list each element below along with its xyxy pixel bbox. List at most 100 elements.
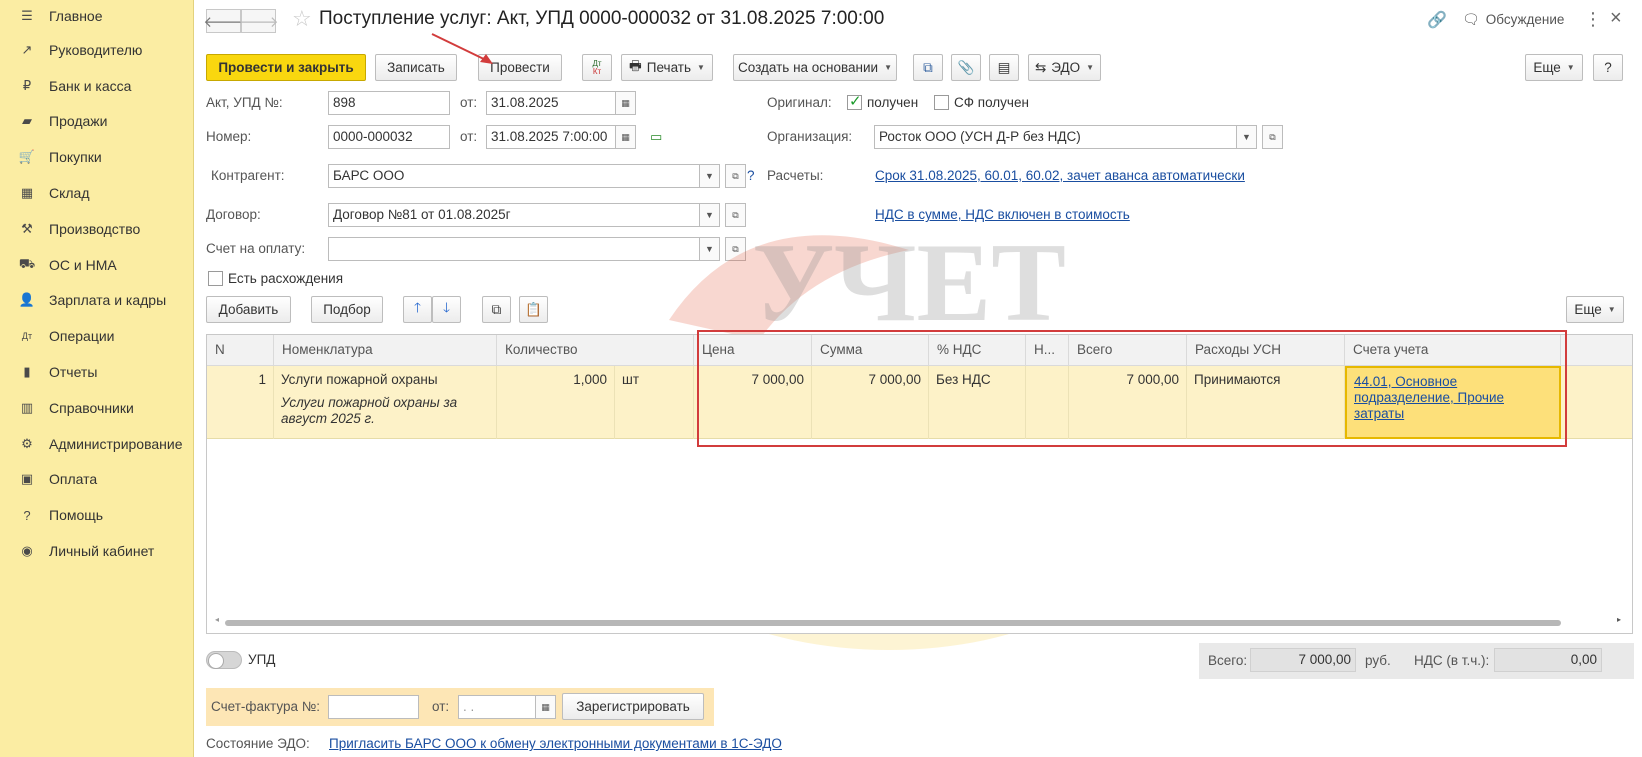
- invoice-pay-field[interactable]: [328, 237, 700, 261]
- edo-state-link[interactable]: Пригласить БАРС ООО к обмену электронным…: [329, 736, 782, 751]
- vat-link[interactable]: НДС в сумме, НДС включен в стоимость: [875, 207, 1130, 222]
- back-button[interactable]: 🡐: [203, 9, 244, 33]
- table-row[interactable]: 1 Услуги пожарной охраны Услуги пожарной…: [207, 366, 1632, 439]
- warehouse-icon: ▦: [20, 185, 34, 201]
- sidebar-item-6[interactable]: ▦ Склад: [0, 175, 193, 211]
- chevron-down-icon[interactable]: ▼: [699, 237, 720, 261]
- cell-vat[interactable]: [1026, 366, 1069, 439]
- contractor-field[interactable]: БАРС ООО: [328, 164, 700, 188]
- horizontal-scrollbar[interactable]: ◂ ▸: [215, 615, 1625, 628]
- chevron-down-icon[interactable]: ▼: [699, 203, 720, 227]
- open-icon[interactable]: ⧉: [725, 237, 746, 261]
- report-button[interactable]: ▤: [989, 54, 1019, 81]
- open-icon[interactable]: ⧉: [725, 164, 746, 188]
- cell-usn[interactable]: Принимаются: [1187, 366, 1345, 439]
- column-header[interactable]: Количество: [497, 335, 694, 366]
- sidebar-item-13[interactable]: ⚙ Администрирование: [0, 426, 193, 462]
- more-button[interactable]: Еще ▼: [1525, 54, 1583, 81]
- open-icon[interactable]: ⧉: [725, 203, 746, 227]
- structure-button[interactable]: ⧉: [913, 54, 943, 81]
- invoice-date-field[interactable]: . .: [458, 695, 536, 719]
- scroll-left-icon[interactable]: ◂: [215, 615, 219, 624]
- sidebar-item-11[interactable]: ▮ Отчеты: [0, 354, 193, 390]
- edo-button[interactable]: ⇆ ЭДО ▼: [1028, 54, 1101, 81]
- help-button[interactable]: ?: [1593, 54, 1623, 81]
- paste-icon: 📋: [525, 301, 542, 317]
- calendar-icon[interactable]: ▦: [615, 91, 636, 115]
- create-based-button[interactable]: Создать на основании ▼: [733, 54, 897, 81]
- sidebar-item-7[interactable]: ⚒ Производство: [0, 211, 193, 247]
- forward-button[interactable]: 🡒: [238, 9, 279, 33]
- open-icon[interactable]: ⧉: [1262, 125, 1283, 149]
- column-header[interactable]: Цена: [694, 335, 812, 366]
- sidebar-item-10[interactable]: Дт Операции: [0, 318, 193, 354]
- discrepancies-checkbox[interactable]: [208, 271, 223, 286]
- dt-kt-button[interactable]: Дт Кт: [582, 54, 612, 81]
- sidebar-item-5[interactable]: 🛒 Покупки: [0, 139, 193, 175]
- chevron-down-icon[interactable]: ▼: [699, 164, 720, 188]
- column-header[interactable]: Счета учета: [1345, 335, 1561, 366]
- sidebar-item-12[interactable]: ▥ Справочники: [0, 390, 193, 426]
- upd-toggle[interactable]: [206, 651, 242, 669]
- organization-field[interactable]: Росток ООО (УСН Д-Р без НДС): [874, 125, 1237, 149]
- print-button[interactable]: 🖶 Печать ▼: [621, 54, 713, 81]
- cell-total[interactable]: 7 000,00: [1069, 366, 1187, 439]
- favorite-star-icon[interactable]: ☆: [292, 6, 312, 32]
- scroll-right-icon[interactable]: ▸: [1617, 615, 1621, 624]
- cell-unit[interactable]: шт: [615, 366, 694, 439]
- invoice-number-field[interactable]: [328, 695, 419, 719]
- cell-qty[interactable]: 1,000: [497, 366, 615, 439]
- sidebar-item-3[interactable]: ₽ Банк и касса: [0, 68, 193, 104]
- calendar-icon[interactable]: ▦: [535, 695, 556, 719]
- column-header[interactable]: Расходы УСН: [1187, 335, 1345, 366]
- original-received-checkbox[interactable]: [847, 92, 862, 110]
- column-header[interactable]: % НДС: [929, 335, 1026, 366]
- cell-item[interactable]: Услуги пожарной охраны Услуги пожарной о…: [274, 366, 497, 439]
- register-button[interactable]: Зарегистрировать: [562, 693, 704, 720]
- move-down-button[interactable]: 🡓: [432, 296, 461, 323]
- number-datetime-field[interactable]: 31.08.2025 7:00:00: [486, 125, 617, 149]
- sf-received-checkbox[interactable]: [934, 95, 949, 110]
- cell-vat-rate[interactable]: Без НДС: [929, 366, 1026, 439]
- paste-row-button[interactable]: 📋: [519, 296, 548, 323]
- column-header[interactable]: N: [207, 335, 274, 366]
- cell-price[interactable]: 7 000,00: [694, 366, 812, 439]
- add-button[interactable]: Добавить: [206, 296, 291, 323]
- column-header[interactable]: Всего: [1069, 335, 1187, 366]
- cell-accounts[interactable]: 44.01, Основное подразделение, Прочие за…: [1345, 366, 1561, 439]
- column-header[interactable]: Номенклатура: [274, 335, 497, 366]
- select-button[interactable]: Подбор: [311, 296, 383, 323]
- table-more-button[interactable]: Еще ▼: [1566, 296, 1624, 323]
- column-header[interactable]: Сумма: [812, 335, 929, 366]
- sidebar-item-1[interactable]: ☰ Главное: [0, 0, 193, 32]
- calendar-icon[interactable]: ▦: [615, 125, 636, 149]
- discussion-button[interactable]: 🗨 Обсуждение: [1462, 11, 1564, 28]
- link-icon[interactable]: 🔗: [1427, 10, 1447, 30]
- sidebar-item-8[interactable]: ⛟ ОС и НМА: [0, 247, 193, 283]
- sidebar-item-4[interactable]: ▰ Продажи: [0, 104, 193, 140]
- act-number-field[interactable]: 898: [328, 91, 450, 115]
- attach-button[interactable]: 📎: [951, 54, 981, 81]
- number-label: Номер:: [206, 129, 252, 144]
- status-icon[interactable]: ▭: [650, 129, 662, 145]
- close-icon[interactable]: ×: [1610, 7, 1622, 30]
- number-field[interactable]: 0000-000032: [328, 125, 450, 149]
- sidebar-item-16[interactable]: ◉ Личный кабинет: [0, 533, 193, 569]
- payments-link[interactable]: Срок 31.08.2025, 60.01, 60.02, зачет ава…: [875, 168, 1245, 183]
- contract-field[interactable]: Договор №81 от 01.08.2025г: [328, 203, 700, 227]
- column-header[interactable]: Н...: [1026, 335, 1069, 366]
- move-up-button[interactable]: 🡑: [403, 296, 432, 323]
- act-date-field[interactable]: 31.08.2025: [486, 91, 617, 115]
- more-vertical-icon[interactable]: ⋮: [1584, 9, 1602, 30]
- sidebar-item-14[interactable]: ▣ Оплата: [0, 462, 193, 498]
- contractor-help[interactable]: ?: [747, 168, 755, 183]
- cell-sum[interactable]: 7 000,00: [812, 366, 929, 439]
- chevron-down-icon[interactable]: ▼: [1236, 125, 1257, 149]
- sidebar-item-2[interactable]: ↗ Руководителю: [0, 32, 193, 68]
- sidebar-item-15[interactable]: ? Помощь: [0, 497, 193, 533]
- post-and-close-button[interactable]: Провести и закрыть: [206, 54, 366, 81]
- scroll-thumb[interactable]: [225, 620, 1561, 626]
- accounts-link[interactable]: 44.01, Основное подразделение, Прочие за…: [1354, 374, 1504, 421]
- sidebar-item-9[interactable]: 👤 Зарплата и кадры: [0, 283, 193, 319]
- copy-row-button[interactable]: ⧉: [482, 296, 511, 323]
